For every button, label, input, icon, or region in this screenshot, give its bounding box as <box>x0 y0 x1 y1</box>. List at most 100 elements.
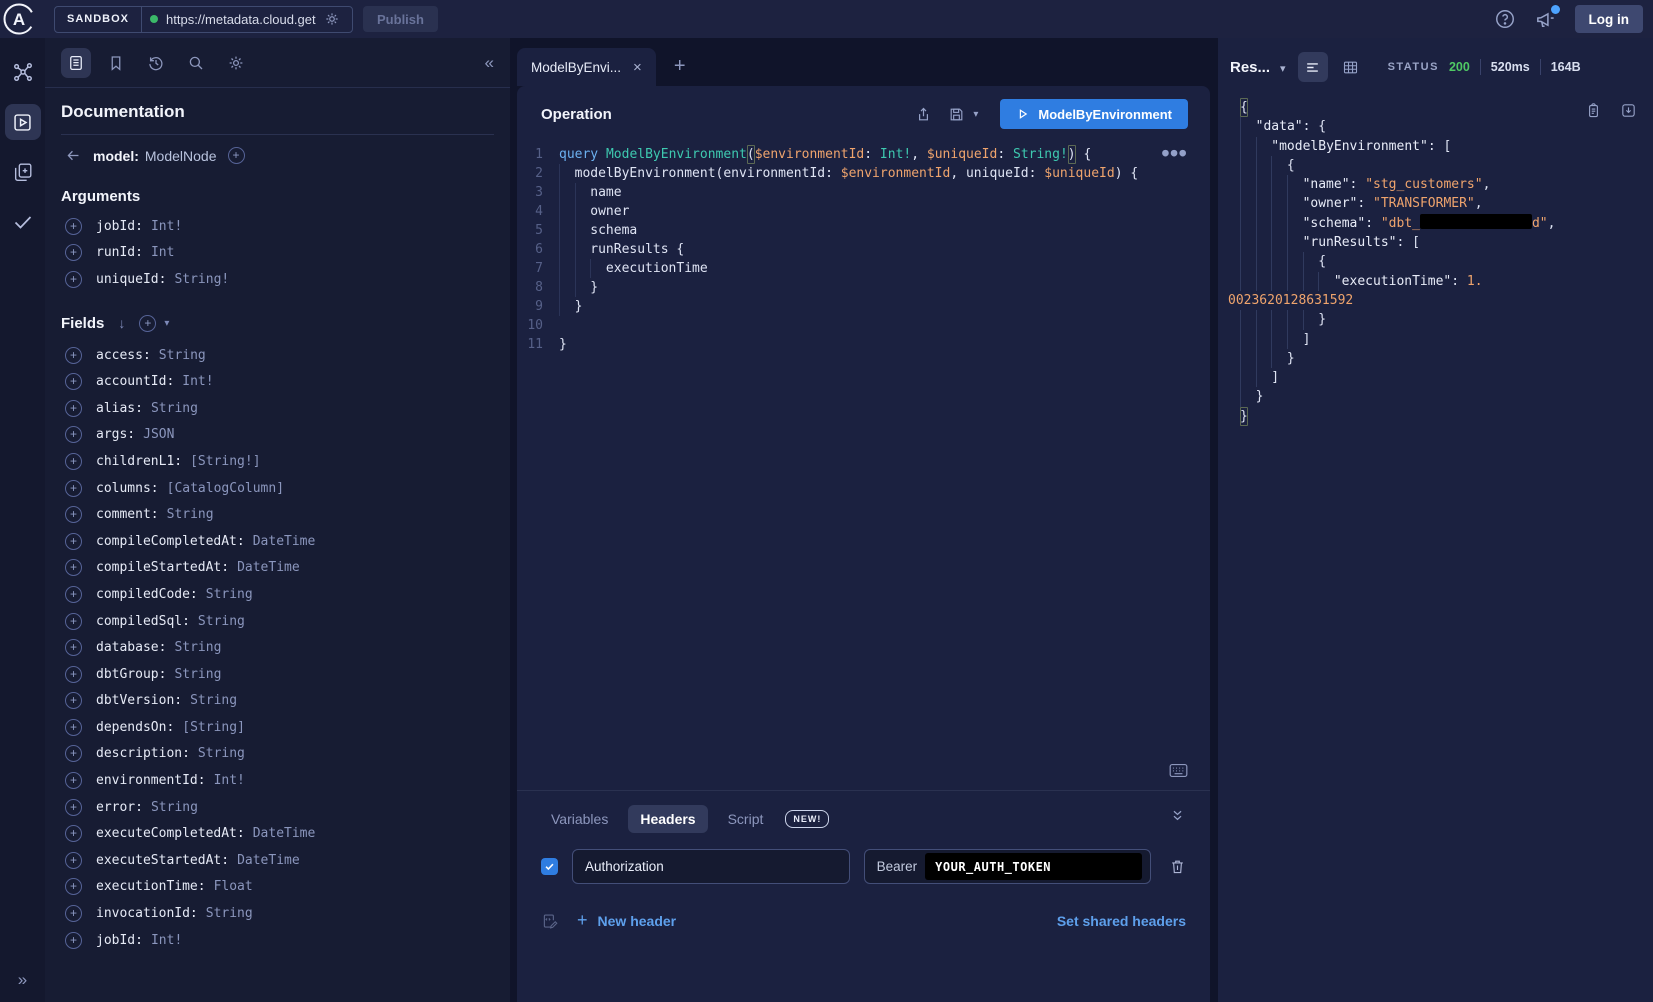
add-field-icon[interactable]: + <box>65 878 82 895</box>
field-item[interactable]: +executionTime:Float <box>61 874 494 901</box>
search-icon[interactable] <box>181 48 211 78</box>
documentation-tab-icon[interactable] <box>61 48 91 78</box>
add-fields-chevron-icon[interactable]: ▾ <box>164 318 169 329</box>
keyboard-shortcuts-icon[interactable] <box>1169 763 1188 778</box>
field-type[interactable]: [CatalogColumn] <box>167 481 284 496</box>
login-button[interactable]: Log in <box>1575 5 1644 33</box>
field-type[interactable]: String <box>167 507 214 522</box>
header-enabled-checkbox[interactable] <box>541 858 558 875</box>
field-item[interactable]: +dbtGroup:String <box>61 661 494 688</box>
field-type[interactable]: String <box>198 746 245 761</box>
header-name-input[interactable] <box>572 849 850 884</box>
announcements-megaphone-icon[interactable] <box>1534 8 1557 31</box>
add-field-icon[interactable]: + <box>65 586 82 603</box>
explorer-settings-gear-icon[interactable] <box>221 48 251 78</box>
endpoint-url-box[interactable]: https://metadata.cloud.get <box>142 7 352 32</box>
field-type[interactable]: Int! <box>182 374 213 389</box>
history-icon[interactable] <box>141 48 171 78</box>
field-type[interactable]: String <box>159 348 206 363</box>
add-field-icon[interactable]: + <box>65 932 82 949</box>
add-field-icon[interactable]: + <box>65 244 82 261</box>
field-type[interactable]: DateTime <box>237 560 300 575</box>
help-icon[interactable] <box>1494 8 1516 30</box>
field-type[interactable]: String <box>198 614 245 629</box>
operation-more-icon[interactable]: ●●● <box>1162 143 1188 162</box>
add-field-icon[interactable]: + <box>65 347 82 364</box>
field-item[interactable]: +columns:[CatalogColumn] <box>61 475 494 502</box>
operation-tab[interactable]: ModelByEnvi... × <box>517 48 656 86</box>
add-field-icon[interactable]: + <box>65 506 82 523</box>
add-field-icon[interactable]: + <box>65 852 82 869</box>
field-type[interactable]: DateTime <box>253 534 316 549</box>
endpoint-url[interactable]: https://metadata.cloud.get <box>166 12 316 27</box>
field-item[interactable]: +error:String <box>61 794 494 821</box>
operation-collections-icon[interactable] <box>5 154 41 190</box>
field-type[interactable]: JSON <box>143 427 174 442</box>
tab-headers[interactable]: Headers <box>628 805 707 833</box>
field-type[interactable]: Int! <box>151 219 182 234</box>
add-field-icon[interactable]: + <box>65 400 82 417</box>
new-tab-icon[interactable]: + <box>674 55 686 78</box>
field-type[interactable]: Int <box>151 245 174 260</box>
field-type[interactable]: [String] <box>182 720 245 735</box>
set-shared-headers-link[interactable]: Set shared headers <box>1057 913 1186 929</box>
field-item[interactable]: +compileStartedAt:DateTime <box>61 555 494 582</box>
field-item[interactable]: +alias:String <box>61 395 494 422</box>
save-operation-icon[interactable] <box>948 106 965 123</box>
apollo-logo-icon[interactable]: A <box>2 2 36 36</box>
field-type[interactable]: String <box>174 667 221 682</box>
field-item[interactable]: +dependsOn:[String] <box>61 714 494 741</box>
raw-view-icon[interactable] <box>1298 52 1328 82</box>
field-item[interactable]: +database:String <box>61 634 494 661</box>
add-field-icon[interactable]: + <box>65 271 82 288</box>
response-dropdown-chevron-icon[interactable]: ▾ <box>1280 62 1286 75</box>
field-item[interactable]: +dbtVersion:String <box>61 688 494 715</box>
field-item[interactable]: +childrenL1:[String!] <box>61 448 494 475</box>
field-item[interactable]: +compileCompletedAt:DateTime <box>61 528 494 555</box>
field-item[interactable]: +description:String <box>61 741 494 768</box>
crumb-type-link[interactable]: ModelNode <box>145 148 217 164</box>
field-item[interactable]: +args:JSON <box>61 422 494 449</box>
save-options-chevron-icon[interactable]: ▾ <box>973 109 978 120</box>
back-arrow-icon[interactable] <box>65 147 82 164</box>
field-type[interactable]: Float <box>214 879 253 894</box>
field-item[interactable]: +runId:Int <box>61 240 494 267</box>
add-field-icon[interactable]: + <box>65 480 82 497</box>
explorer-icon[interactable] <box>5 104 41 140</box>
field-item[interactable]: +accountId:Int! <box>61 368 494 395</box>
add-field-icon[interactable]: + <box>65 613 82 630</box>
delete-header-icon[interactable] <box>1169 858 1186 875</box>
copy-response-icon[interactable] <box>1585 102 1602 119</box>
field-type[interactable]: DateTime <box>237 853 300 868</box>
endpoint-settings-gear-icon[interactable] <box>324 11 340 27</box>
collapse-bottom-panel-icon[interactable] <box>1169 807 1186 824</box>
new-header-button[interactable]: + New header <box>577 910 676 931</box>
field-item[interactable]: +compiledSql:String <box>61 608 494 635</box>
saved-operations-bookmark-icon[interactable] <box>101 48 131 78</box>
table-view-icon[interactable] <box>1336 52 1366 82</box>
add-field-icon[interactable]: + <box>65 825 82 842</box>
share-operation-icon[interactable] <box>915 106 932 123</box>
add-type-icon[interactable]: + <box>228 147 245 164</box>
add-field-icon[interactable]: + <box>65 559 82 576</box>
close-tab-icon[interactable]: × <box>633 59 642 76</box>
collapse-panel-icon[interactable]: « <box>485 53 494 73</box>
add-field-icon[interactable]: + <box>65 666 82 683</box>
field-item[interactable]: +comment:String <box>61 501 494 528</box>
add-field-icon[interactable]: + <box>65 639 82 656</box>
field-item[interactable]: +executeStartedAt:DateTime <box>61 847 494 874</box>
field-item[interactable]: +access:String <box>61 342 494 369</box>
checklist-icon[interactable] <box>5 204 41 240</box>
field-type[interactable]: [String!] <box>190 454 260 469</box>
field-type[interactable]: String <box>151 800 198 815</box>
field-type[interactable]: String <box>206 587 253 602</box>
field-item[interactable]: +environmentId:Int! <box>61 767 494 794</box>
add-field-icon[interactable]: + <box>65 373 82 390</box>
add-field-icon[interactable]: + <box>65 692 82 709</box>
graphql-editor[interactable]: ●●● 1query ModelByEnvironment($environme… <box>517 139 1210 790</box>
add-field-icon[interactable]: + <box>65 426 82 443</box>
add-field-icon[interactable]: + <box>65 772 82 789</box>
add-all-fields-icon[interactable]: + <box>139 315 156 332</box>
add-field-icon[interactable]: + <box>65 905 82 922</box>
field-type[interactable]: DateTime <box>253 826 316 841</box>
